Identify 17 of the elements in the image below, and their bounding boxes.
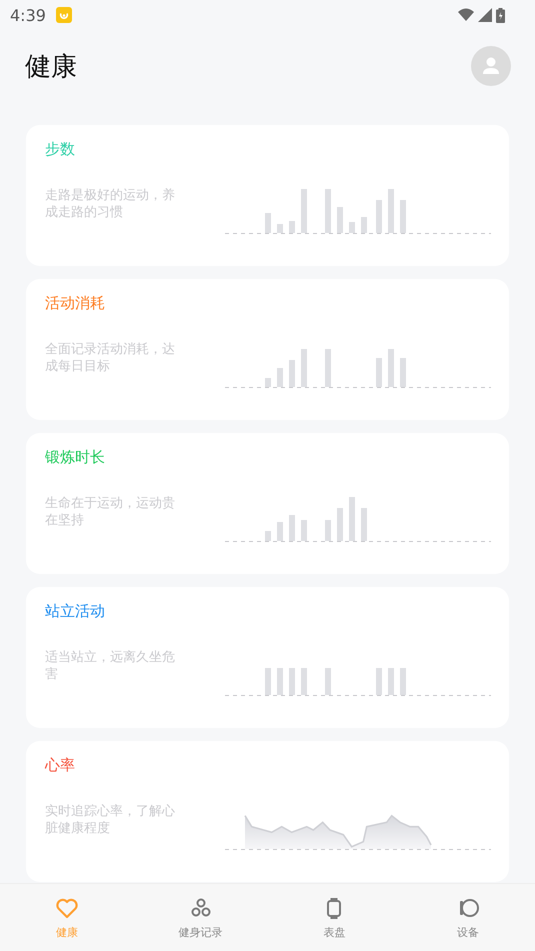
nav-tab[interactable]: 表盘: [268, 884, 402, 951]
avatar-icon[interactable]: [471, 46, 511, 86]
notification-icon: [56, 7, 72, 23]
battery-icon: [496, 8, 505, 22]
card-title: 活动消耗: [45, 294, 105, 313]
wifi-icon: [458, 8, 474, 22]
nav-tab[interactable]: 健身记录: [134, 884, 268, 951]
nav-tab[interactable]: 健康: [0, 884, 134, 951]
card-title: 心率: [45, 756, 75, 775]
page-title: 健康: [25, 50, 77, 84]
three-circles-icon: [188, 896, 213, 920]
signal-icon: [478, 8, 492, 22]
card-title: 锻炼时长: [45, 448, 105, 467]
card-title: 步数: [45, 140, 75, 159]
nav-tab[interactable]: 设备: [401, 884, 535, 951]
card-title: 站立活动: [45, 602, 105, 621]
status-time: 4:39: [10, 6, 46, 24]
